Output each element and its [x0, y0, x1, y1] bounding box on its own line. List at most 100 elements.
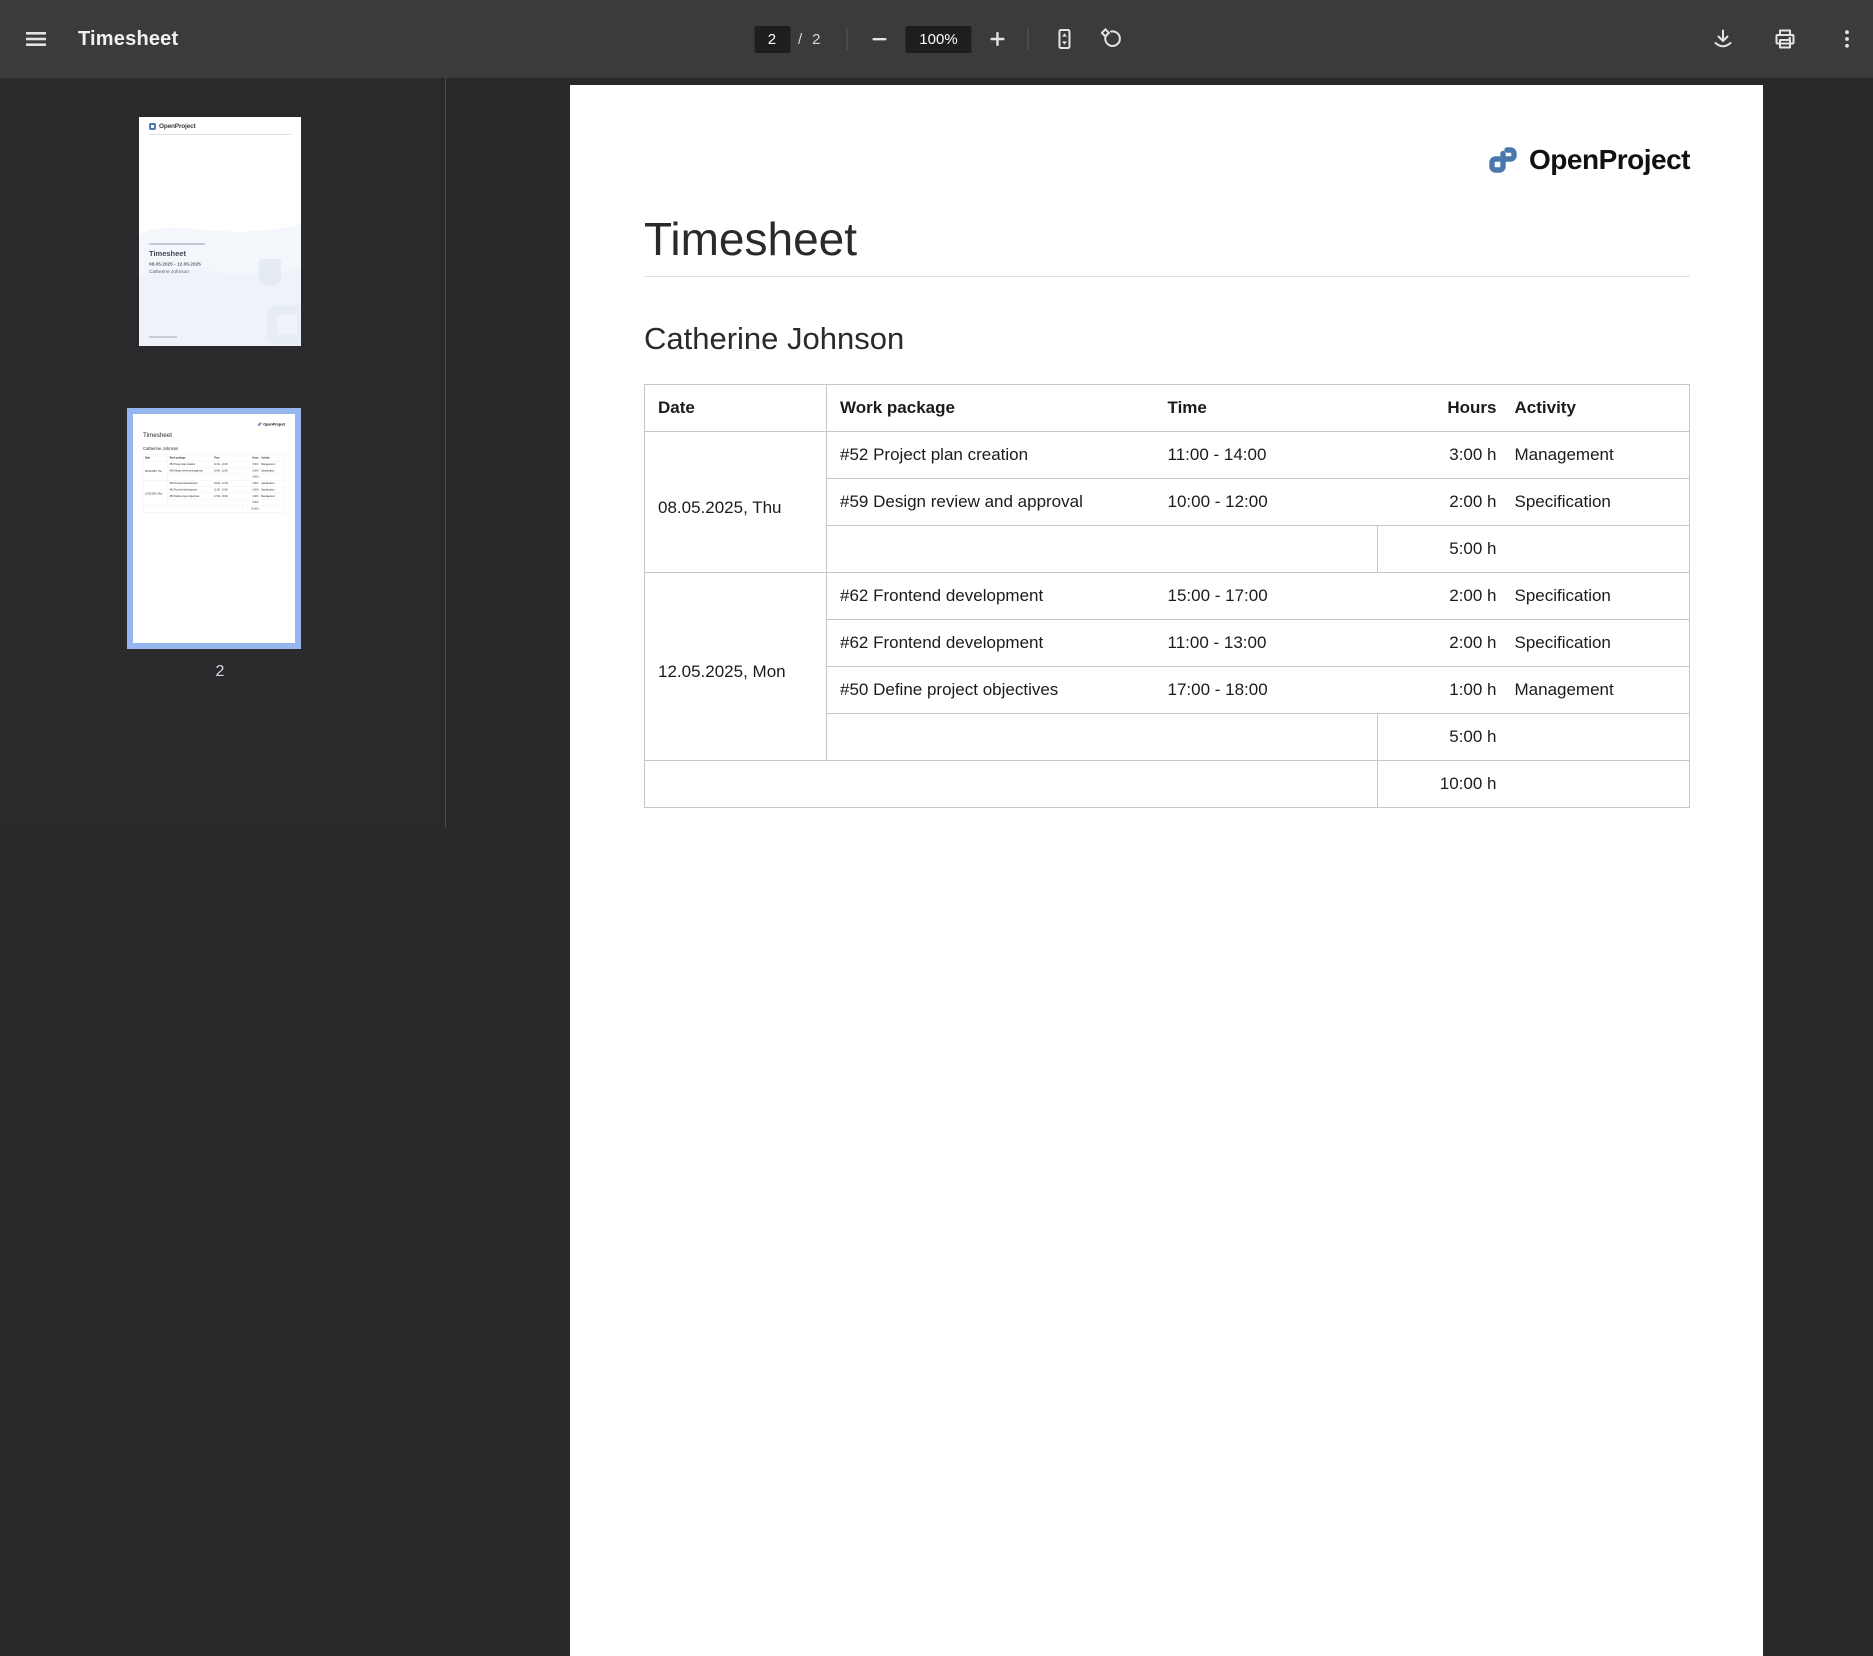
- thumbnail-sidebar: OpenProject Timesheet 08.05.2025 - 12.05…: [0, 78, 446, 828]
- work-package-cell: #52 Project plan creation: [827, 431, 1155, 478]
- toolbar-right: [1707, 0, 1863, 78]
- zoom-level[interactable]: 100%: [905, 26, 971, 53]
- cover-person: Catherine Johnson: [149, 269, 299, 275]
- toolbar-left: Timesheet: [20, 0, 178, 78]
- zoom-in-icon: [985, 27, 1009, 51]
- day-subtotal-hours-cell: 5:00 h: [1378, 713, 1505, 760]
- more-options-button[interactable]: [1831, 23, 1863, 55]
- work-package-cell: #50 Define project objectives: [827, 666, 1155, 713]
- toolbar: Timesheet / 2 100%: [0, 0, 1873, 78]
- column-header-time: Time: [1155, 384, 1378, 431]
- download-button[interactable]: [1707, 23, 1739, 55]
- page-count: 2: [812, 31, 820, 48]
- total-spacer-cell: [645, 760, 1378, 807]
- person-name-heading: Catherine Johnson: [644, 321, 1690, 357]
- thumb1-brand-text: OpenProject: [159, 123, 195, 130]
- document-viewport[interactable]: OpenProject Timesheet Catherine Johnson …: [447, 78, 1873, 828]
- thumb1-brand-logo: OpenProject: [149, 123, 195, 130]
- thumb2-mini-timesheet-table-body: 08.05.2025, Thu#52 Project plan creation…: [143, 461, 285, 512]
- date-cell: 08.05.2025, Thu: [645, 431, 827, 572]
- date-cell: 12.05.2025, Mon: [645, 572, 827, 760]
- cover-footer-line: [149, 336, 177, 338]
- thumb2-mini-timesheet-table: DateWork packageTimeHoursActivity 08.05.…: [143, 455, 285, 513]
- thumb2-mini-openproject-logo-text: OpenProject: [263, 422, 285, 426]
- zoom-out-icon: [867, 27, 891, 51]
- print-icon: [1773, 27, 1797, 51]
- openproject-mark-icon: [1486, 143, 1520, 177]
- hours-cell: 2:00 h: [1378, 478, 1505, 525]
- total-activity-cell: [1505, 760, 1690, 807]
- toolbar-divider: [846, 28, 847, 50]
- hours-cell: 3:00 h: [1378, 431, 1505, 478]
- hours-cell: 2:00 h: [1378, 572, 1505, 619]
- grand-total-hours-cell: 10:00 h: [1378, 760, 1505, 807]
- activity-cell: Management: [1505, 666, 1690, 713]
- page-thumbnail-2-selected[interactable]: OpenProject Timesheet Catherine Johnson …: [127, 408, 301, 649]
- hours-cell: 2:00 h: [1378, 619, 1505, 666]
- cover-title: Timesheet: [149, 250, 299, 259]
- cover-meta-line: [149, 243, 205, 245]
- time-cell: 11:00 - 13:00: [1155, 619, 1378, 666]
- thumb2-mini-grand-total-row: 10:00 h: [143, 506, 285, 512]
- fit-to-page-button[interactable]: [1048, 23, 1080, 55]
- toolbar-center: / 2 100%: [754, 0, 1127, 78]
- more-vertical-icon: [1835, 27, 1859, 51]
- subtotal-spacer-cell: [827, 525, 1378, 572]
- column-header-date: Date: [645, 384, 827, 431]
- zoom-in-button[interactable]: [981, 23, 1013, 55]
- timesheet-entry-row: 12.05.2025, Mon#62 Frontend development1…: [645, 572, 1690, 619]
- thumb2-mini-grand-total-hours-cell: 10:00 h: [243, 506, 260, 512]
- thumb2-mini-total-spacer-cell: [143, 506, 243, 512]
- work-package-cell: #59 Design review and approval: [827, 478, 1155, 525]
- subtotal-spacer-cell: [827, 713, 1378, 760]
- zoom-out-button[interactable]: [863, 23, 895, 55]
- column-header-hours: Hours: [1378, 384, 1505, 431]
- fit-to-page-icon: [1052, 27, 1076, 51]
- thumb2-mini-person-name-heading: Catherine Johnson: [143, 446, 285, 451]
- toolbar-divider: [1027, 28, 1028, 50]
- time-cell: 15:00 - 17:00: [1155, 572, 1378, 619]
- work-package-cell: #62 Frontend development: [827, 619, 1155, 666]
- rotate-counterclockwise-icon: [1097, 26, 1123, 52]
- timesheet-table: DateWork packageTimeHoursActivity 08.05.…: [644, 384, 1690, 808]
- activity-cell: Specification: [1505, 619, 1690, 666]
- thumb2-page-preview: OpenProject Timesheet Catherine Johnson …: [133, 414, 295, 643]
- activity-cell: Management: [1505, 431, 1690, 478]
- timesheet-entry-row: 08.05.2025, Thu#52 Project plan creation…: [645, 431, 1690, 478]
- print-button[interactable]: [1769, 23, 1801, 55]
- work-package-cell: #62 Frontend development: [827, 572, 1155, 619]
- page-thumbnail-1[interactable]: OpenProject Timesheet 08.05.2025 - 12.05…: [139, 117, 301, 346]
- thumb1-header-rule: [149, 134, 291, 135]
- pdf-page-2: OpenProject Timesheet Catherine Johnson …: [570, 85, 1763, 1656]
- thumb2-mini-total-activity-cell: [260, 506, 285, 512]
- activity-cell: Specification: [1505, 478, 1690, 525]
- header-row: DateWork packageTimeHoursActivity: [645, 384, 1690, 431]
- time-cell: 11:00 - 14:00: [1155, 431, 1378, 478]
- page-number-input[interactable]: [754, 26, 790, 53]
- thumb2-mini-openproject-mark-icon: [257, 422, 262, 427]
- hours-cell: 1:00 h: [1378, 666, 1505, 713]
- time-cell: 17:00 - 18:00: [1155, 666, 1378, 713]
- title-rule: [644, 276, 1690, 277]
- cover-logo-watermark: [267, 305, 301, 345]
- openproject-logo: OpenProject: [1486, 143, 1690, 177]
- page-separator: /: [798, 31, 802, 48]
- rotate-counterclockwise-button[interactable]: [1094, 23, 1126, 55]
- timesheet-table-head: DateWork packageTimeHoursActivity: [645, 384, 1690, 431]
- hamburger-icon: [24, 27, 48, 51]
- cover-text-block: Timesheet 08.05.2025 - 12.05.2025 Cather…: [149, 243, 299, 275]
- download-icon: [1711, 27, 1735, 51]
- thumbnail-label-2: 2: [139, 663, 301, 681]
- activity-cell: Specification: [1505, 572, 1690, 619]
- subtotal-activity-cell: [1505, 525, 1690, 572]
- time-cell: 10:00 - 12:00: [1155, 478, 1378, 525]
- thumb2-mini-date-cell: 12.05.2025, Mon: [143, 480, 168, 506]
- document-title: Timesheet: [78, 28, 178, 51]
- openproject-logo-text: OpenProject: [1529, 144, 1690, 176]
- grand-total-row: 10:00 h: [645, 760, 1690, 807]
- openproject-mark-icon: [149, 123, 156, 130]
- thumb2-mini-date-cell: 08.05.2025, Thu: [143, 461, 168, 480]
- subtotal-activity-cell: [1505, 713, 1690, 760]
- day-subtotal-hours-cell: 5:00 h: [1378, 525, 1505, 572]
- hamburger-menu-button[interactable]: [20, 23, 52, 55]
